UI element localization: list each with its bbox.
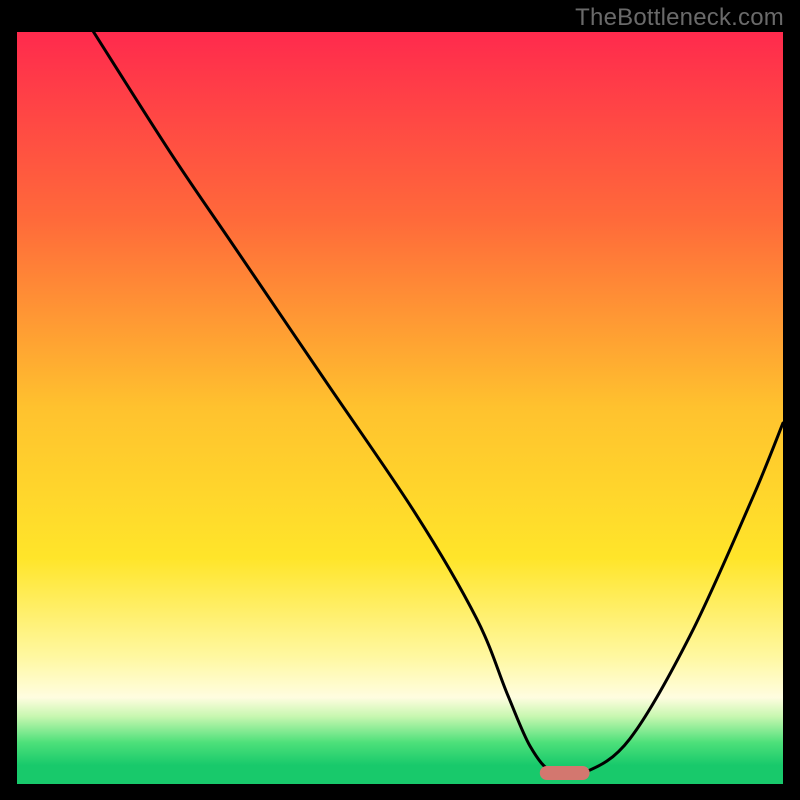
- bottleneck-chart: [17, 32, 783, 784]
- chart-container: [17, 32, 783, 784]
- watermark-text: TheBottleneck.com: [575, 4, 784, 32]
- chart-background-gradient: [17, 32, 783, 784]
- optimum-marker: [540, 766, 590, 780]
